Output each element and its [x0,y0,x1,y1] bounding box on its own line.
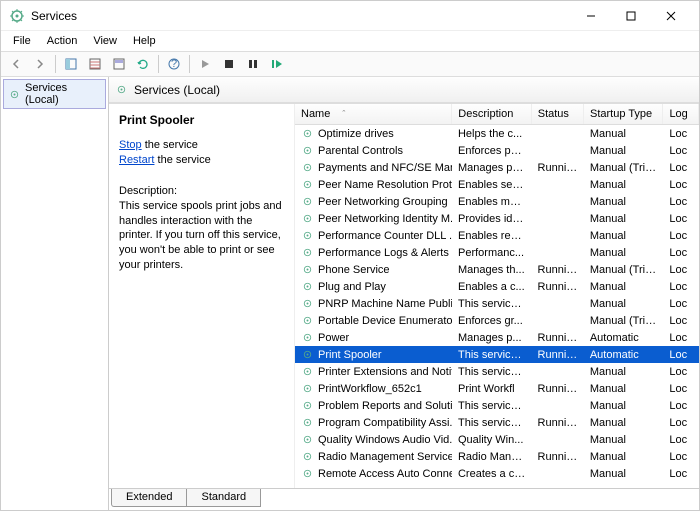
svg-text:?: ? [171,58,177,70]
start-service-button[interactable] [194,53,216,75]
table-row[interactable]: Print SpoolerThis service ...RunningAuto… [295,346,699,363]
toolbar: ? [1,51,699,77]
col-status[interactable]: Status [531,104,583,125]
menubar: File Action View Help [1,31,699,51]
table-row[interactable]: Printer Extensions and Notif...This serv… [295,363,699,380]
services-app-icon [9,8,25,24]
tree-pane: Services (Local) [1,77,109,510]
description-label: Description: [119,184,284,199]
right-pane: Services (Local) Print Spooler Stop the … [109,77,699,510]
col-startup[interactable]: Startup Type [584,104,663,125]
show-hide-tree-button[interactable] [60,53,82,75]
menu-action[interactable]: Action [41,33,84,49]
close-button[interactable] [651,2,691,30]
maximize-button[interactable] [611,2,651,30]
table-row[interactable]: Problem Reports and Soluti...This servic… [295,397,699,414]
back-button[interactable] [5,53,27,75]
restart-link[interactable]: Restart [119,154,154,166]
body: Services (Local) Services (Local) Print … [1,77,699,510]
services-grid[interactable]: Name Description Status Startup Type Log… [295,104,699,488]
properties-button[interactable] [108,53,130,75]
menu-file[interactable]: File [7,33,37,49]
table-row[interactable]: Quality Windows Audio Vid...Quality Win.… [295,431,699,448]
export-button[interactable] [84,53,106,75]
table-row[interactable]: PowerManages p...RunningAutomaticLoc [295,329,699,346]
table-row[interactable]: PrintWorkflow_652c1Print WorkflRunningMa… [295,380,699,397]
table-row[interactable]: Remote Access Auto Conne...Creates a co.… [295,465,699,482]
stop-service-button[interactable] [218,53,240,75]
table-row[interactable]: Radio Management ServiceRadio Mana...Run… [295,448,699,465]
list-header: Services (Local) [109,77,699,103]
window-title: Services [31,9,571,23]
table-row[interactable]: Parental ControlsEnforces pa...ManualLoc [295,142,699,159]
table-row[interactable]: Peer Name Resolution Prot...Enables serv… [295,176,699,193]
pause-service-button[interactable] [242,53,264,75]
titlebar: Services [1,1,699,31]
table-row[interactable]: Peer Networking Identity M...Provides id… [295,210,699,227]
table-row[interactable]: Portable Device Enumerator...Enforces gr… [295,312,699,329]
table-row[interactable]: Performance Counter DLL ...Enables rem..… [295,227,699,244]
forward-button[interactable] [29,53,51,75]
help-button[interactable]: ? [163,53,185,75]
tab-standard[interactable]: Standard [186,489,261,507]
view-tabs: Extended Standard [109,488,699,510]
details-pane: Print Spooler Stop the service Restart t… [109,104,295,488]
table-row[interactable]: Plug and PlayEnables a c...RunningManual… [295,278,699,295]
table-row[interactable]: Optimize drivesHelps the c...ManualLoc [295,125,699,142]
table-row[interactable]: Peer Networking GroupingEnables mul...Ma… [295,193,699,210]
description-text: This service spools print jobs and handl… [119,199,284,273]
refresh-button[interactable] [132,53,154,75]
col-description[interactable]: Description [452,104,531,125]
gear-icon [115,83,128,96]
col-name[interactable]: Name [295,104,452,125]
menu-help[interactable]: Help [127,33,162,49]
table-row[interactable]: Phone ServiceManages th...RunningManual … [295,261,699,278]
table-row[interactable]: Performance Logs & AlertsPerformanc...Ma… [295,244,699,261]
menu-view[interactable]: View [87,33,123,49]
minimize-button[interactable] [571,2,611,30]
table-row[interactable]: Program Compatibility Assi...This servic… [295,414,699,431]
list-header-title: Services (Local) [134,83,220,97]
selected-service-name: Print Spooler [119,112,284,128]
tree-item-label: Services (Local) [25,82,101,106]
tab-extended[interactable]: Extended [111,489,187,507]
col-logon[interactable]: Log [663,104,699,125]
content: Print Spooler Stop the service Restart t… [109,103,699,488]
services-window: Services File Action View Help ? S [0,0,700,511]
stop-link[interactable]: Stop [119,139,142,151]
restart-service-button[interactable] [266,53,288,75]
table-row[interactable]: Payments and NFC/SE Man...Manages pa...R… [295,159,699,176]
table-row[interactable]: PNRP Machine Name Publi...This service .… [295,295,699,312]
tree-item-services-local[interactable]: Services (Local) [3,79,106,109]
